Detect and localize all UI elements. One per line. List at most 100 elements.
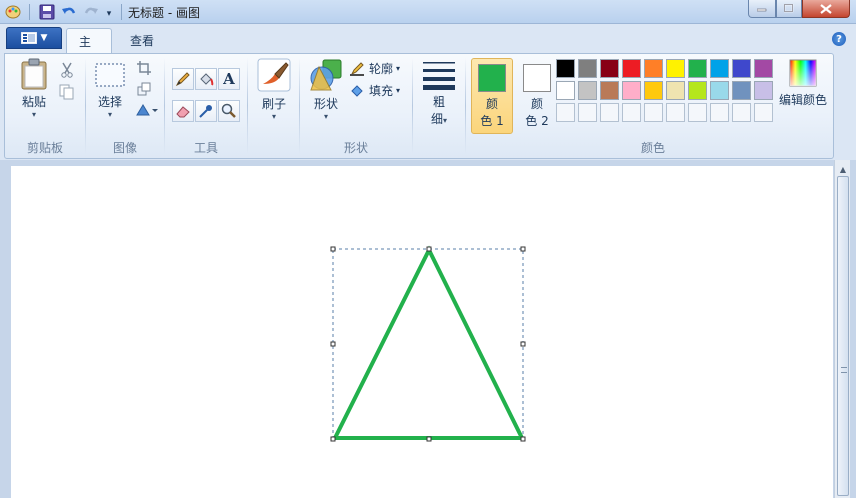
scrollbar-thumb[interactable] (837, 176, 849, 496)
palette-swatch[interactable] (622, 81, 641, 100)
shapes-icon (310, 59, 342, 91)
edit-colors-button[interactable]: 编辑颜色 (777, 58, 829, 108)
color2-label-line1: 颜 (530, 97, 543, 111)
drawing-canvas[interactable] (11, 166, 833, 498)
palette-swatch[interactable] (666, 59, 685, 78)
palette-swatch[interactable] (666, 81, 685, 100)
palette-swatch[interactable] (732, 81, 751, 100)
palette-swatch[interactable] (600, 81, 619, 100)
resize-handle[interactable] (520, 436, 526, 442)
shapes-group-label: 形状 (343, 141, 368, 155)
select-button[interactable]: 选择 ▾ (90, 62, 130, 119)
copy-icon[interactable] (57, 82, 77, 102)
select-label: 选择 (97, 95, 122, 109)
custom-color-slot[interactable] (622, 103, 641, 122)
palette-swatch[interactable] (556, 81, 575, 100)
undo-icon[interactable] (60, 3, 78, 21)
custom-color-slot[interactable] (688, 103, 707, 122)
close-button[interactable] (802, 0, 850, 18)
custom-color-slot[interactable] (578, 103, 597, 122)
pencil-icon[interactable] (172, 68, 194, 90)
tools-group-label: 工具 (193, 141, 218, 155)
custom-color-slot[interactable] (754, 103, 773, 122)
eraser-icon[interactable] (172, 100, 194, 122)
palette-swatch[interactable] (578, 81, 597, 100)
shapes-button[interactable]: 形状 ▾ (306, 58, 346, 121)
chevron-down-icon: ▾ (323, 112, 328, 121)
palette-swatch[interactable] (688, 81, 707, 100)
palette-swatch[interactable] (710, 81, 729, 100)
color1-button[interactable]: 颜 色 1 (471, 58, 513, 134)
resize-handle[interactable] (426, 436, 432, 442)
palette-swatch[interactable] (556, 59, 575, 78)
maximize-button[interactable] (776, 0, 802, 18)
custom-color-slot[interactable] (732, 103, 751, 122)
magnifier-icon[interactable] (218, 100, 240, 122)
image-group: 选择 ▾ 图像 (86, 54, 164, 158)
brushes-label: 刷子 (261, 97, 286, 111)
paste-button[interactable]: 粘贴 ▾ (13, 58, 55, 119)
fill-bucket-icon[interactable] (195, 68, 217, 90)
tab-view[interactable]: 查看 (118, 28, 166, 53)
vertical-scrollbar[interactable]: ▲ (834, 160, 850, 498)
clipboard-group-label: 剪贴板 (26, 141, 63, 155)
cut-icon[interactable] (57, 60, 77, 80)
text-tool-icon[interactable]: A (218, 68, 240, 90)
custom-color-slot[interactable] (644, 103, 663, 122)
paint-app-icon[interactable] (4, 3, 22, 21)
palette-swatch[interactable] (754, 81, 773, 100)
resize-handle[interactable] (330, 436, 336, 442)
palette-swatch[interactable] (710, 59, 729, 78)
help-icon[interactable]: ? (832, 32, 846, 46)
tools-group: A 工具 (165, 54, 247, 158)
color-picker-icon[interactable] (195, 100, 217, 122)
palette-swatch[interactable] (600, 59, 619, 78)
resize-handle[interactable] (330, 341, 336, 347)
tab-home[interactable]: 主页 (66, 28, 112, 66)
qat-separator (121, 4, 122, 20)
palette-swatch[interactable] (732, 59, 751, 78)
palette-swatch[interactable] (754, 59, 773, 78)
custom-color-slot[interactable] (600, 103, 619, 122)
chevron-down-icon: ▼ (40, 33, 48, 43)
custom-color-slot[interactable] (556, 103, 575, 122)
palette-swatch[interactable] (578, 59, 597, 78)
scroll-up-icon[interactable]: ▲ (835, 162, 851, 176)
outline-button[interactable]: 轮廓 ▾ (350, 60, 400, 77)
clipboard-group: 粘贴 ▾ 剪贴板 (5, 54, 85, 158)
color2-button[interactable]: 颜 色 2 (517, 58, 557, 134)
brush-icon (257, 58, 291, 92)
save-icon[interactable] (38, 3, 56, 21)
line-size-icon (423, 62, 455, 90)
paste-label: 粘贴 (21, 95, 46, 109)
canvas-workarea (0, 160, 856, 498)
redo-icon[interactable] (82, 3, 100, 21)
brushes-button[interactable]: 刷子 ▾ (254, 58, 294, 121)
resize-handle[interactable] (330, 246, 336, 252)
outline-pencil-icon (350, 61, 364, 76)
custom-color-slot[interactable] (710, 103, 729, 122)
green-triangle-shape[interactable] (331, 245, 526, 440)
custom-color-slot[interactable] (666, 103, 685, 122)
ribbon-tab-row: ▼ 主页 查看 ? (0, 24, 856, 66)
palette-swatch[interactable] (644, 81, 663, 100)
color1-label-line2: 色 1 (480, 114, 504, 128)
customize-qat-dropdown[interactable]: ▾ (102, 5, 116, 23)
minimize-button[interactable] (748, 0, 776, 18)
colors-group-label: 颜色 (640, 141, 665, 155)
resize-handle[interactable] (520, 246, 526, 252)
crop-icon[interactable] (134, 58, 154, 78)
grip-icon (841, 367, 847, 373)
size-button[interactable]: 粗 细▾ (421, 60, 457, 127)
palette-swatch[interactable] (644, 59, 663, 78)
fill-button[interactable]: 填充 ▾ (350, 82, 400, 99)
palette-swatch[interactable] (622, 59, 641, 78)
image-group-label: 图像 (112, 141, 137, 155)
rotate-icon[interactable] (134, 100, 160, 120)
color-spectrum-icon (789, 59, 817, 87)
resize-icon[interactable] (134, 79, 154, 99)
palette-swatch[interactable] (688, 59, 707, 78)
resize-handle[interactable] (520, 341, 526, 347)
resize-handle[interactable] (426, 246, 432, 252)
paint-menu-button[interactable]: ▼ (6, 27, 62, 49)
